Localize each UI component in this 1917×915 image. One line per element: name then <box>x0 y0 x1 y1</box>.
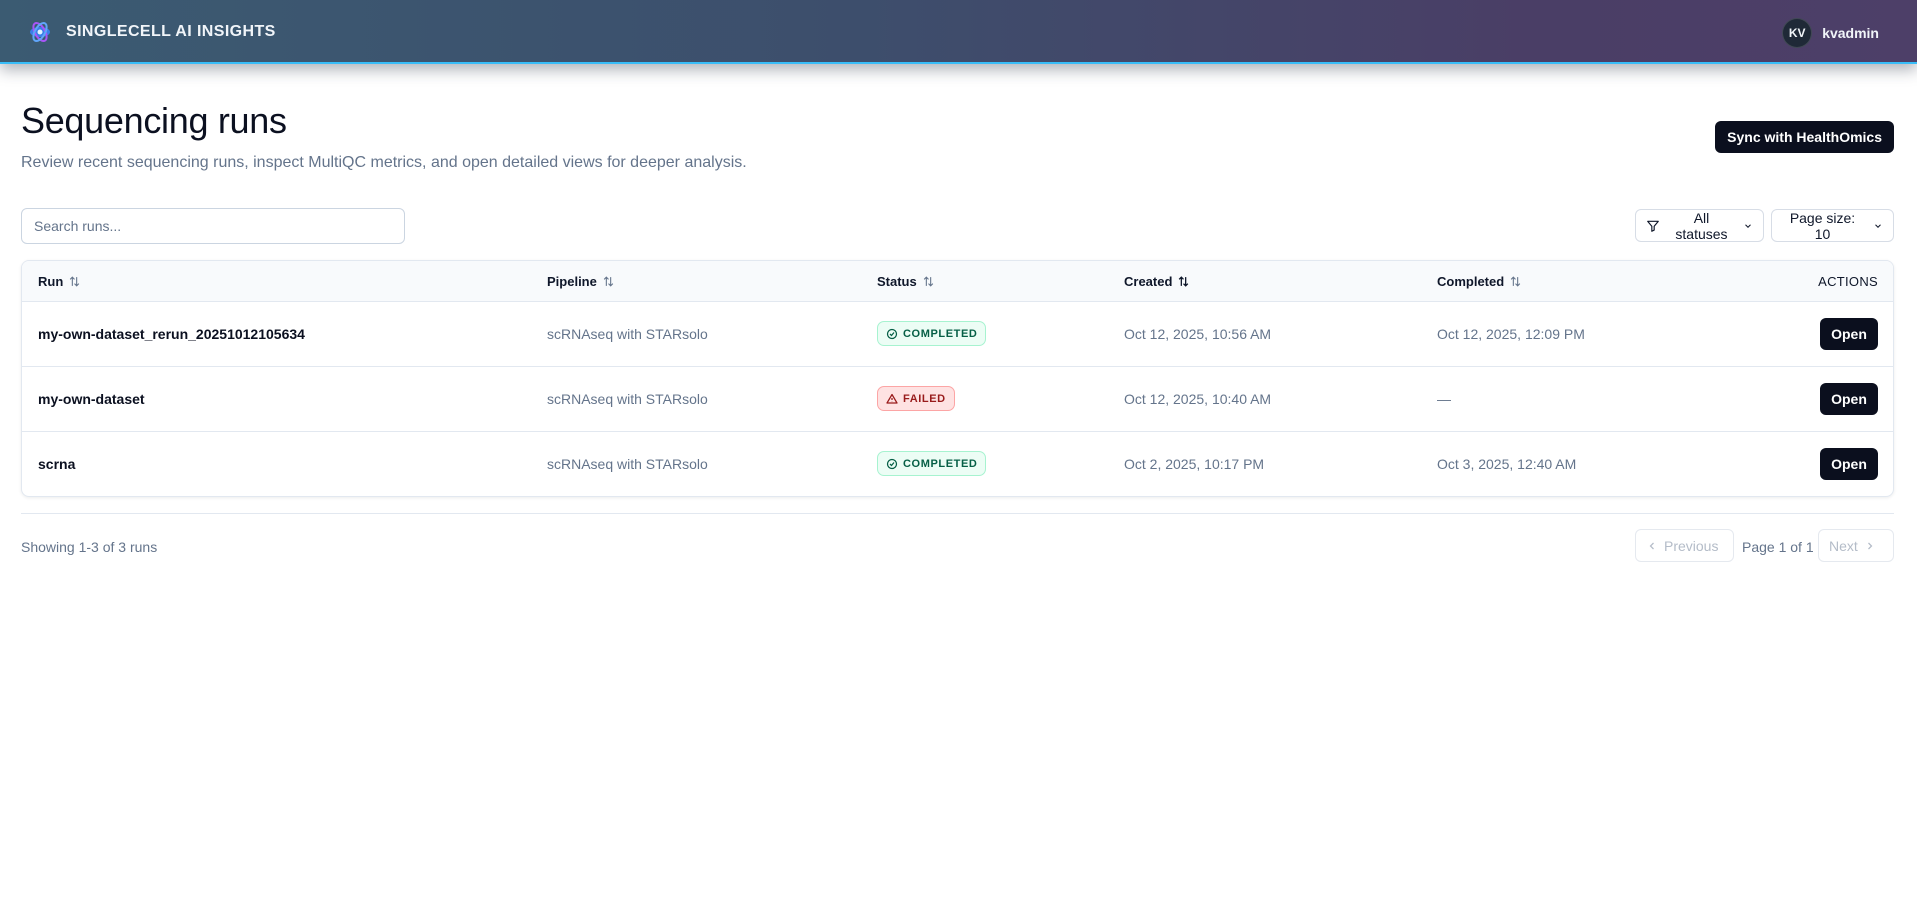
status-badge: COMPLETED <box>877 321 987 346</box>
completed-date: Oct 12, 2025, 12:09 PM <box>1437 326 1585 342</box>
brand-name: SINGLECELL AI INSIGHTS <box>66 23 276 40</box>
previous-label: Previous <box>1664 537 1719 554</box>
status-filter-dropdown[interactable]: All statuses <box>1635 209 1764 242</box>
sync-healthomics-button[interactable]: Sync with HealthOmics <box>1715 121 1894 153</box>
search-input[interactable] <box>21 208 405 244</box>
completed-date: — <box>1437 391 1451 407</box>
page-size-dropdown[interactable]: Page size: 10 <box>1771 209 1894 242</box>
status-cell: COMPLETED <box>877 451 987 476</box>
page-size-label: Page size: 10 <box>1789 209 1856 242</box>
status-filter-label: All statuses <box>1675 209 1728 242</box>
page-indicator: Page 1 of 1 <box>1742 539 1814 555</box>
sort-icon <box>603 276 614 287</box>
divider <box>21 513 1894 514</box>
table-row[interactable]: scrna scRNAseq with STARsolo COMPLETED O… <box>22 432 1893 496</box>
username: kvadmin <box>1822 25 1879 41</box>
completed-date: Oct 3, 2025, 12:40 AM <box>1437 456 1577 472</box>
top-navigation-bar: SINGLECELL AI INSIGHTS KV kvadmin <box>0 0 1917 64</box>
sort-icon <box>923 276 933 287</box>
next-page-button[interactable]: Next <box>1818 529 1894 562</box>
created-date: Oct 2, 2025, 10:17 PM <box>1124 456 1265 472</box>
created-date: Oct 12, 2025, 10:40 AM <box>1124 391 1272 407</box>
column-header-actions: ACTIONS <box>1818 274 1878 289</box>
table-header: Run Pipeline Status Created Completed AC… <box>22 261 1893 302</box>
status-cell: FAILED <box>877 386 955 411</box>
status-cell: COMPLETED <box>877 321 987 346</box>
column-header-completed[interactable]: Completed <box>1437 274 1522 289</box>
run-name: scrna <box>38 456 76 472</box>
open-run-button[interactable]: Open <box>1820 383 1878 415</box>
check-circle-icon <box>886 458 898 469</box>
open-run-button[interactable]: Open <box>1820 318 1878 350</box>
run-name: my-own-dataset_rerun_20251012105634 <box>38 326 305 342</box>
status-label: COMPLETED <box>903 457 978 470</box>
column-header-pipeline[interactable]: Pipeline <box>547 274 615 289</box>
chevron-right-icon <box>1867 542 1873 549</box>
sort-icon <box>1510 276 1521 287</box>
chevron-left-icon <box>1649 542 1654 549</box>
status-badge: COMPLETED <box>877 451 987 476</box>
created-date: Oct 12, 2025, 10:56 AM <box>1124 326 1272 342</box>
page-subtitle: Review recent sequencing runs, inspect M… <box>21 154 747 171</box>
pipeline-name: scRNAseq with STARsolo <box>547 391 708 407</box>
dna-logo-icon <box>30 21 50 43</box>
column-header-created[interactable]: Created <box>1124 274 1190 289</box>
filter-icon <box>1647 220 1659 232</box>
sort-icon <box>1179 276 1189 287</box>
avatar: KV <box>1782 18 1813 48</box>
check-circle-icon <box>886 328 898 339</box>
page-title: Sequencing runs <box>21 100 287 141</box>
status-label: FAILED <box>903 392 946 405</box>
sort-icon <box>70 276 80 287</box>
pipeline-name: scRNAseq with STARsolo <box>547 326 708 342</box>
chevron-down-icon <box>1875 223 1881 228</box>
previous-page-button[interactable]: Previous <box>1635 529 1734 562</box>
user-menu[interactable]: KV kvadmin <box>1782 18 1879 48</box>
run-name: my-own-dataset <box>38 391 145 407</box>
warning-triangle-icon <box>886 393 898 404</box>
runs-table: Run Pipeline Status Created Completed AC… <box>21 260 1894 497</box>
column-header-status[interactable]: Status <box>877 274 935 289</box>
open-run-button[interactable]: Open <box>1820 448 1878 480</box>
column-header-run[interactable]: Run <box>38 274 81 289</box>
next-label: Next <box>1829 537 1858 554</box>
chevron-down-icon <box>1745 223 1751 228</box>
results-count: Showing 1-3 of 3 runs <box>21 539 158 555</box>
pipeline-name: scRNAseq with STARsolo <box>547 456 708 472</box>
brand[interactable]: SINGLECELL AI INSIGHTS <box>28 20 276 44</box>
table-row[interactable]: my-own-dataset scRNAseq with STARsolo FA… <box>22 367 1893 432</box>
status-label: COMPLETED <box>903 327 978 340</box>
table-row[interactable]: my-own-dataset_rerun_20251012105634 scRN… <box>22 302 1893 367</box>
status-badge: FAILED <box>877 386 955 411</box>
